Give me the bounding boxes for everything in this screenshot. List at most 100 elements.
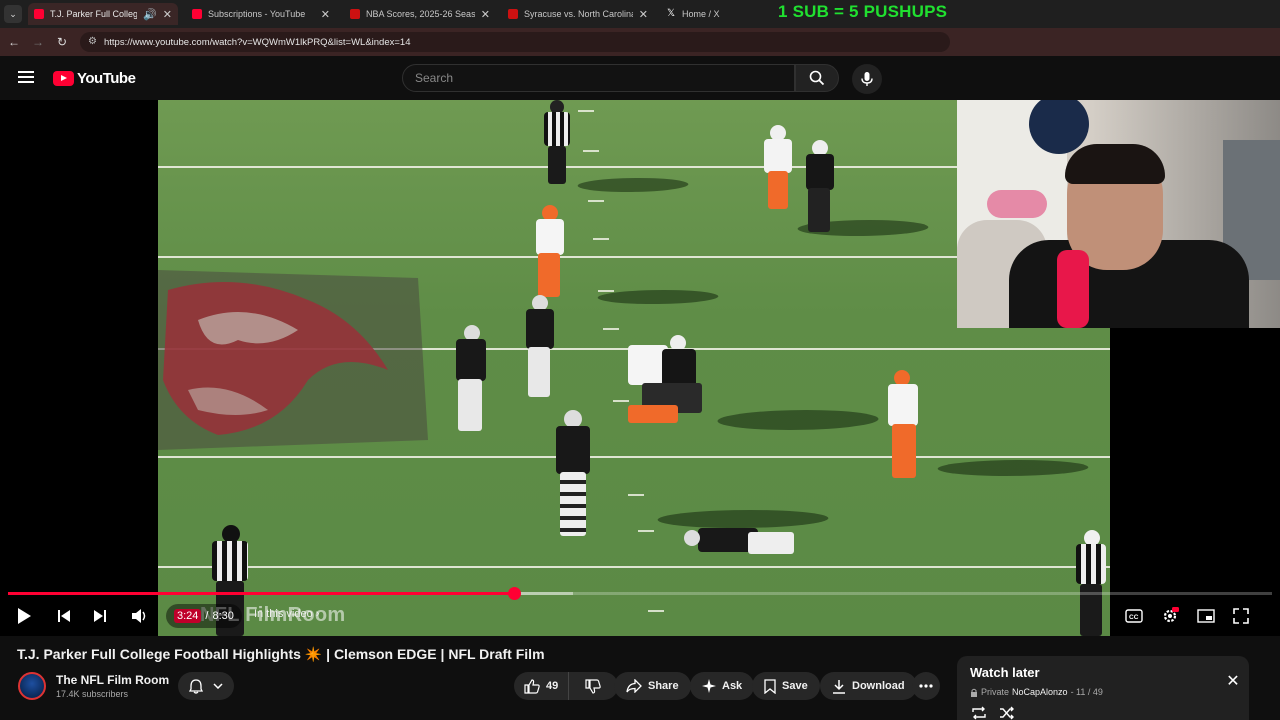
time-display: 3:24 / 8:30	[166, 604, 242, 628]
progress-bar[interactable]	[8, 587, 1272, 600]
carolina-player-figure	[448, 325, 492, 440]
notifications-button[interactable]	[178, 672, 234, 700]
player-shadow	[931, 460, 1095, 476]
save-button[interactable]: Save	[752, 672, 820, 700]
reload-icon[interactable]: ↻	[54, 34, 70, 50]
download-button[interactable]: Download	[820, 672, 917, 700]
menu-icon[interactable]	[18, 71, 34, 85]
tab-search-button[interactable]: ⌄	[4, 5, 22, 23]
current-time: 3:24	[174, 609, 202, 623]
carolina-player-figure	[518, 295, 558, 405]
svg-text:CC: CC	[1129, 614, 1139, 621]
player-shadow	[709, 410, 887, 430]
save-label: Save	[782, 680, 808, 692]
playlist-position: - 11 / 49	[1070, 687, 1103, 697]
youtube-logo[interactable]: YouTube	[53, 70, 136, 87]
like-count: 49	[546, 680, 559, 692]
play-button[interactable]	[12, 604, 36, 628]
gear-icon	[1163, 607, 1179, 623]
referee-figure	[1070, 530, 1110, 636]
next-button[interactable]	[88, 604, 112, 628]
thumbs-up-icon	[524, 678, 540, 694]
browser-tab-5[interactable]: 𝕏 Home / X	[660, 3, 770, 25]
forward-icon[interactable]: →	[30, 34, 46, 50]
youtube-header: YouTube Search	[0, 56, 1280, 100]
fullscreen-button[interactable]	[1229, 604, 1253, 628]
share-label: Share	[648, 680, 679, 692]
volume-button[interactable]	[128, 604, 152, 628]
chapter-button[interactable]: In this video ›	[254, 608, 319, 620]
lock-icon	[971, 688, 977, 697]
channel-avatar[interactable]	[18, 672, 46, 700]
browser-tab-2[interactable]: Subscriptions - YouTube ✕	[186, 3, 336, 25]
loop-icon[interactable]	[971, 706, 987, 720]
pile-of-players	[618, 335, 718, 435]
close-tab-icon[interactable]: ✕	[163, 8, 172, 21]
share-icon	[626, 679, 642, 693]
clemson-player-figure	[528, 205, 568, 305]
speaker-icon[interactable]: 🔊	[143, 8, 157, 21]
shuffle-icon[interactable]	[999, 706, 1015, 720]
download-label: Download	[852, 680, 905, 692]
carolina-player-72-figure	[548, 410, 598, 545]
ask-button[interactable]: Ask	[690, 672, 755, 700]
more-actions-button[interactable]	[912, 672, 940, 700]
thumbs-down-icon	[585, 678, 601, 694]
share-button[interactable]: Share	[614, 672, 691, 700]
youtube-icon	[192, 9, 202, 19]
hash-mark	[583, 150, 599, 152]
browser-tab-bar: ⌄ T.J. Parker Full College Footb 🔊 ✕ Sub…	[0, 0, 1280, 28]
close-tab-icon[interactable]: ✕	[481, 8, 490, 21]
progress-scrubber-handle[interactable]	[507, 587, 521, 600]
subtitles-button[interactable]: CC	[1122, 604, 1146, 628]
video-player[interactable]: NFL FilmRoom	[0, 100, 1280, 636]
tab-title: Subscriptions - YouTube	[208, 9, 306, 19]
close-tab-icon[interactable]: ✕	[639, 8, 648, 21]
player-on-ground-figure	[678, 520, 798, 570]
playlist-title[interactable]: Watch later	[970, 665, 1040, 680]
espn-icon	[508, 9, 518, 19]
settings-button[interactable]	[1158, 604, 1182, 628]
back-icon[interactable]: ←	[6, 34, 22, 50]
more-horizontal-icon	[919, 684, 933, 688]
yard-line	[158, 566, 1110, 568]
ask-label: Ask	[722, 680, 743, 692]
stream-overlay-banner: 1 SUB = 5 PUSHUPS	[778, 2, 948, 21]
previous-button[interactable]	[52, 604, 76, 628]
next-icon	[94, 610, 106, 622]
browser-tab-3[interactable]: NBA Scores, 2025-26 Season - ✕	[344, 3, 496, 25]
volume-icon	[132, 609, 146, 623]
playlist-owner[interactable]: NoCapAlonzo	[1012, 687, 1068, 697]
browser-tab-4[interactable]: Syracuse vs. North Carolina (Fe ✕	[502, 3, 654, 25]
espn-icon	[350, 9, 360, 19]
youtube-icon	[34, 9, 44, 19]
chapter-label: In this video	[254, 608, 313, 620]
channel-name[interactable]: The NFL Film Room	[56, 673, 169, 687]
time-separator: /	[205, 610, 209, 622]
close-tab-icon[interactable]: ✕	[321, 8, 330, 21]
browser-tab-1[interactable]: T.J. Parker Full College Footb 🔊 ✕	[28, 3, 178, 25]
bookmark-icon	[764, 678, 776, 694]
microphone-icon	[861, 72, 873, 86]
search-button[interactable]	[795, 64, 839, 92]
play-icon	[18, 608, 31, 624]
logo-text: YouTube	[77, 70, 136, 87]
voice-search-button[interactable]	[852, 64, 882, 94]
playlist-privacy: Private	[981, 687, 1010, 697]
dislike-button[interactable]	[575, 672, 611, 700]
streamer-webcam	[957, 100, 1280, 328]
close-icon[interactable]: ✕	[1225, 673, 1241, 690]
previous-icon	[58, 610, 70, 622]
miniplayer-button[interactable]	[1194, 604, 1218, 628]
player-shadow	[592, 290, 724, 304]
address-bar[interactable]: ⚙ https://www.youtube.com/watch?v=WQWmW1…	[80, 32, 950, 52]
tab-title: Home / X	[682, 9, 720, 19]
player-shadow	[572, 178, 694, 192]
search-input[interactable]: Search	[402, 64, 795, 92]
like-button[interactable]: 49	[514, 672, 570, 700]
tab-title: Syracuse vs. North Carolina (Fe	[524, 9, 633, 19]
clemson-player-figure	[878, 370, 928, 490]
tab-title: NBA Scores, 2025-26 Season -	[366, 9, 475, 19]
hash-mark	[628, 494, 644, 496]
site-info-icon[interactable]: ⚙	[88, 36, 97, 47]
